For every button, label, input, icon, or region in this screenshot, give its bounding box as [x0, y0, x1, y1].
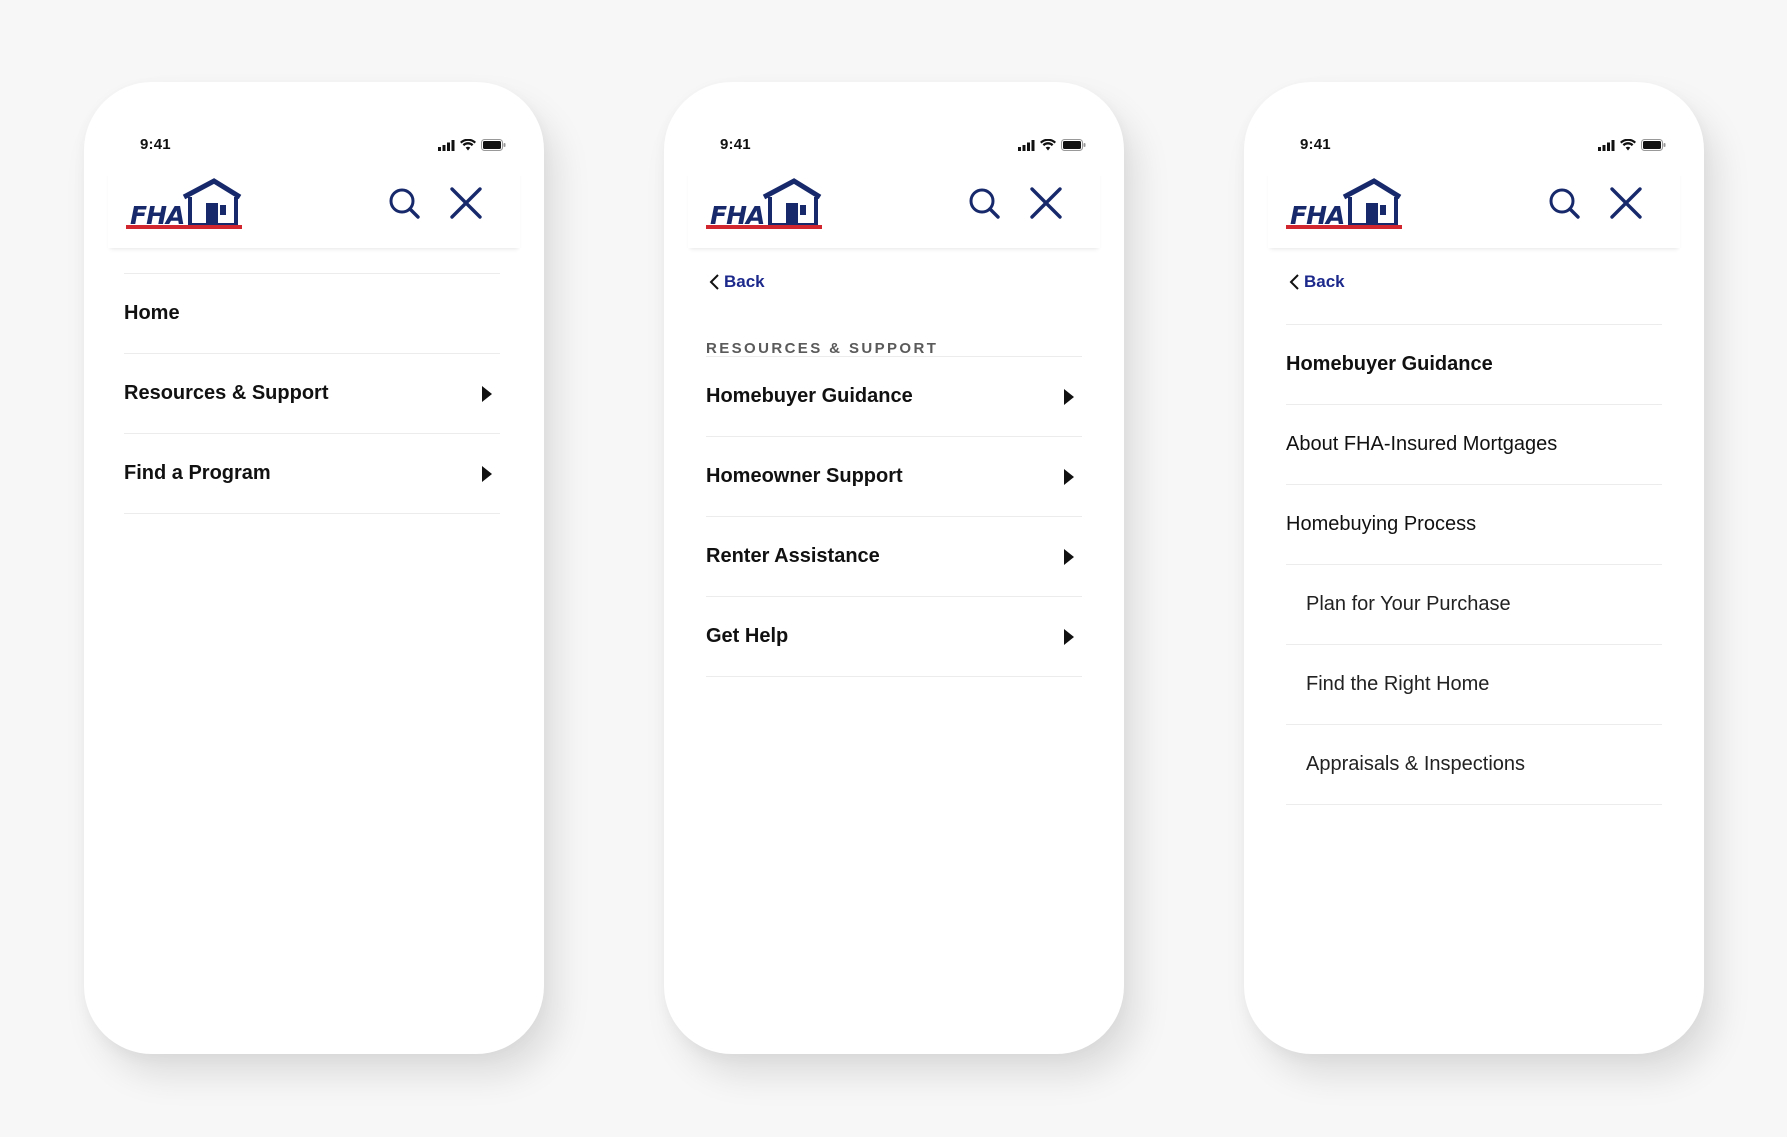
phone-screen-main-menu: 9:41 FHA Home Resources & Support Find a… [84, 82, 544, 1054]
submenu-homebuyer: Homebuyer Guidance About FHA-Insured Mor… [1286, 324, 1662, 805]
status-bar: 9:41 [664, 136, 1124, 156]
phone-screen-resources-support: 9:41 FHA Back RESOURCES & SUPPORT Homebu… [664, 82, 1124, 1054]
menu-item-label: About FHA-Insured Mortgages [1286, 433, 1558, 455]
status-bar: 9:41 [84, 136, 544, 156]
chevron-left-icon [1289, 274, 1299, 290]
status-time: 9:41 [140, 136, 171, 153]
site-header: FHA [108, 170, 520, 248]
menu-item-homebuyer-guidance[interactable]: Homebuyer Guidance [706, 356, 1082, 436]
menu-item-find-program[interactable]: Find a Program [124, 433, 500, 514]
back-link[interactable]: Back [1288, 270, 1345, 294]
battery-icon [1061, 139, 1086, 151]
logo-text: FHA [710, 201, 765, 230]
signal-icon [1018, 139, 1035, 151]
status-icons [438, 139, 506, 151]
status-time: 9:41 [1300, 136, 1331, 153]
close-icon [1030, 187, 1062, 219]
close-button[interactable] [1606, 183, 1646, 223]
logo-text: FHA [130, 201, 185, 230]
chevron-left-icon [709, 274, 719, 290]
menu-item-appraisals-inspections[interactable]: Appraisals & Inspections [1286, 724, 1662, 805]
menu-item-label: Homebuyer Guidance [1286, 353, 1493, 375]
wifi-icon [1040, 139, 1056, 151]
chevron-right-icon [482, 465, 492, 482]
battery-icon [481, 139, 506, 151]
status-icons [1018, 139, 1086, 151]
menu-item-about-fha-mortgages[interactable]: About FHA-Insured Mortgages [1286, 404, 1662, 484]
chevron-right-icon [1064, 628, 1074, 645]
chevron-right-icon [1064, 468, 1074, 485]
wifi-icon [460, 139, 476, 151]
menu-item-find-right-home[interactable]: Find the Right Home [1286, 644, 1662, 724]
menu-item-label: Appraisals & Inspections [1306, 753, 1526, 775]
menu-item-homebuyer-guidance[interactable]: Homebuyer Guidance [1286, 324, 1662, 404]
menu-item-plan-purchase[interactable]: Plan for Your Purchase [1286, 564, 1662, 644]
status-icons [1598, 139, 1666, 151]
menu-item-homeowner-support[interactable]: Homeowner Support [706, 436, 1082, 516]
phone-screen-homebuyer-guidance: 9:41 FHA Back Homebuyer Guidance About F… [1244, 82, 1704, 1054]
search-button[interactable] [384, 183, 424, 223]
battery-icon [1641, 139, 1666, 151]
close-button[interactable] [1026, 183, 1066, 223]
search-icon [969, 188, 1000, 219]
menu-item-label: Find a Program [124, 462, 271, 484]
section-label: RESOURCES & SUPPORT [706, 340, 939, 357]
back-label: Back [1304, 272, 1345, 291]
search-icon [1549, 188, 1580, 219]
logo-text: FHA [1290, 201, 1345, 230]
main-menu: Home Resources & Support Find a Program [124, 273, 500, 514]
menu-item-renter-assistance[interactable]: Renter Assistance [706, 516, 1082, 596]
close-icon [450, 187, 482, 219]
menu-item-label: Homeowner Support [706, 465, 903, 487]
close-button[interactable] [446, 183, 486, 223]
site-header: FHA [688, 170, 1100, 248]
fha-logo[interactable]: FHA [126, 175, 244, 233]
search-button[interactable] [964, 183, 1004, 223]
menu-item-resources-support[interactable]: Resources & Support [124, 353, 500, 433]
menu-item-get-help[interactable]: Get Help [706, 596, 1082, 677]
menu-item-label: Plan for Your Purchase [1306, 593, 1511, 615]
close-icon [1610, 187, 1642, 219]
fha-logo[interactable]: FHA [706, 175, 824, 233]
back-label: Back [724, 272, 765, 291]
menu-item-label: Renter Assistance [706, 545, 880, 567]
status-time: 9:41 [720, 136, 751, 153]
menu-item-label: Homebuyer Guidance [706, 385, 913, 407]
status-bar: 9:41 [1244, 136, 1704, 156]
menu-item-label: Home [124, 302, 180, 324]
submenu-resources: Homebuyer Guidance Homeowner Support Ren… [706, 356, 1082, 677]
back-link[interactable]: Back [708, 270, 765, 294]
menu-item-label: Homebuying Process [1286, 513, 1477, 535]
menu-item-label: Resources & Support [124, 382, 329, 404]
menu-item-label: Find the Right Home [1306, 673, 1490, 695]
menu-item-label: Get Help [706, 625, 789, 647]
search-button[interactable] [1544, 183, 1584, 223]
menu-item-homebuying-process[interactable]: Homebuying Process [1286, 484, 1662, 564]
site-header: FHA [1268, 170, 1680, 248]
fha-logo[interactable]: FHA [1286, 175, 1404, 233]
chevron-right-icon [1064, 388, 1074, 405]
search-icon [389, 188, 420, 219]
chevron-right-icon [1064, 548, 1074, 565]
signal-icon [1598, 139, 1615, 151]
wifi-icon [1620, 139, 1636, 151]
chevron-right-icon [482, 385, 492, 402]
menu-item-home[interactable]: Home [124, 273, 500, 353]
signal-icon [438, 139, 455, 151]
